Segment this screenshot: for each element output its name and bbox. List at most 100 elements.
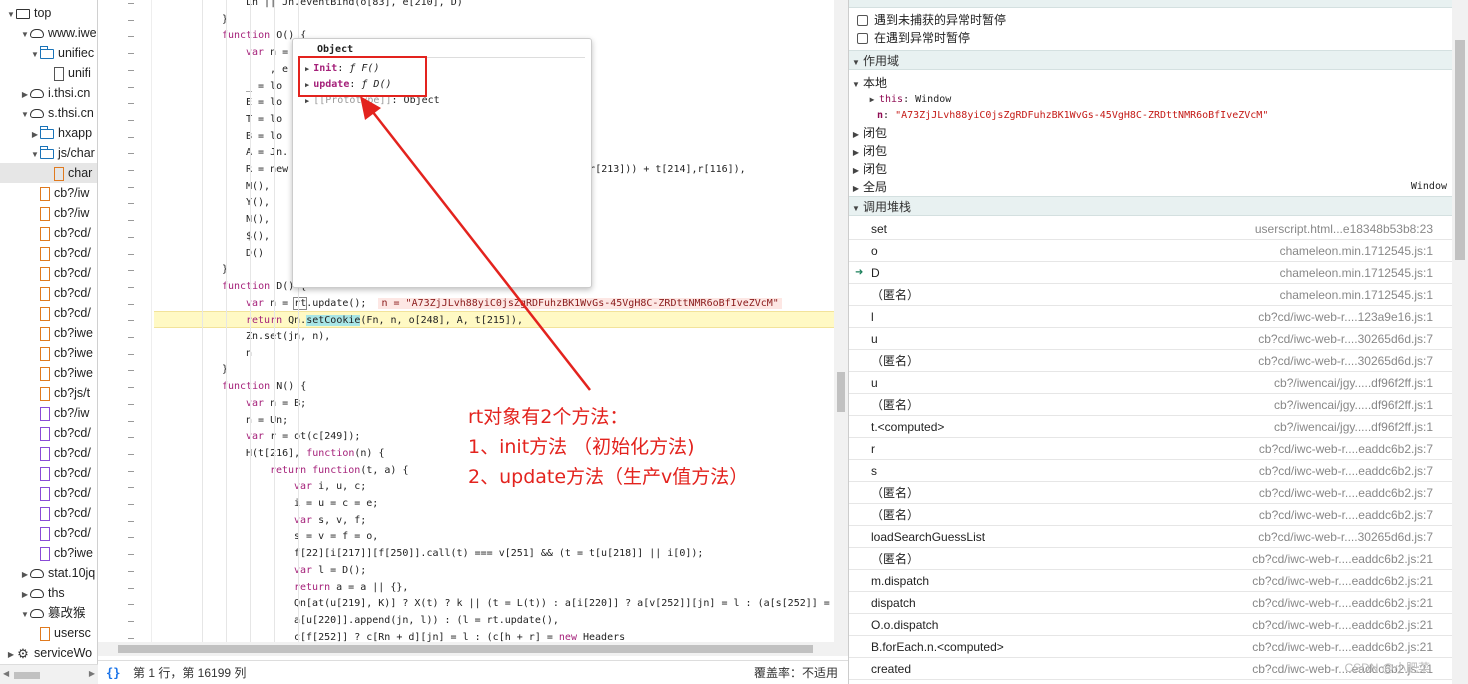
frame-location[interactable]: cb?cd/iwc-web-r....123a9e16.js:1 xyxy=(1258,306,1433,328)
line-marker[interactable] xyxy=(128,103,134,105)
tree-item[interactable]: ▼ top xyxy=(0,3,97,23)
frame-location[interactable]: cb?cd/iwc-web-r....eaddc6b2.js:21 xyxy=(1252,548,1433,570)
call-frame[interactable]: loadSearchGuessList cb?cd/iwc-web-r....30… xyxy=(849,526,1452,548)
line-marker[interactable] xyxy=(128,370,134,372)
code-line[interactable]: } xyxy=(154,361,834,378)
callstack-section-header[interactable]: ▼ 调用堆栈 xyxy=(849,196,1452,216)
tree-item[interactable]: cb?cd/ xyxy=(0,283,97,303)
call-frame[interactable]: ➜ Dchameleon.min.1712545.js:1 xyxy=(849,262,1452,284)
tree-item[interactable]: ▼ s.thsi.cn xyxy=(0,103,97,125)
tree-item[interactable]: ▶ ths xyxy=(0,583,97,605)
tree-item[interactable]: cb?iwe xyxy=(0,543,97,563)
frame-location[interactable]: chameleon.min.1712545.js:1 xyxy=(1280,284,1433,306)
call-frame[interactable]: B.forEach.n.<computed> cb?cd/iwc-web-r...… xyxy=(849,636,1452,658)
frame-location[interactable]: cb?cd/iwc-web-r....30265d6d.js:7 xyxy=(1258,328,1433,350)
tree-item[interactable]: cb?cd/ xyxy=(0,223,97,243)
code-line[interactable]: var s, v, f; xyxy=(154,512,834,529)
call-frame[interactable]: （匿名） chameleon.min.1712545.js:1 xyxy=(849,284,1452,306)
frame-location[interactable]: chameleon.min.1712545.js:1 xyxy=(1280,240,1433,262)
line-marker[interactable] xyxy=(128,387,134,389)
frame-location[interactable]: cb?cd/iwc-web-r....eaddc6b2.js:21 xyxy=(1252,636,1433,658)
line-marker[interactable] xyxy=(128,236,134,238)
frame-location[interactable]: userscript.html...e18348b53b8:23 xyxy=(1255,218,1433,240)
call-frame[interactable]: （匿名） cb?cd/iwc-web-r....eaddc6b2.js:7 xyxy=(849,482,1452,504)
code-line[interactable]: c[f[252]] ? c[Rn + d][jn] = l : (c[h + r… xyxy=(154,629,834,642)
checkbox[interactable] xyxy=(857,15,868,27)
call-frame[interactable]: m.dispatch cb?cd/iwc-web-r....eaddc6b2.js… xyxy=(849,570,1452,592)
chevron-down-icon[interactable]: ▼ xyxy=(30,145,40,165)
code-line[interactable]: return Qn.setCookie(Fn, n, o[248], A, t[… xyxy=(154,311,834,329)
frame-location[interactable]: cb?cd/iwc-web-r....eaddc6b2.js:21 xyxy=(1252,614,1433,636)
call-frame[interactable]: u cb?/iwencai/jgy.....df96f2ff.js:1 xyxy=(849,372,1452,394)
line-marker[interactable] xyxy=(128,353,134,355)
frame-location[interactable]: cb?/iwencai/jgy.....df96f2ff.js:1 xyxy=(1274,372,1433,394)
line-marker[interactable] xyxy=(128,554,134,556)
chevron-down-icon[interactable]: ▼ xyxy=(20,105,30,125)
scope-global[interactable]: ▶ 全局 Window xyxy=(849,178,1452,196)
scope-local[interactable]: ▼ 本地 xyxy=(849,74,1452,92)
call-frame[interactable]: O.o.dispatch cb?cd/iwc-web-r....eaddc6b2.… xyxy=(849,614,1452,636)
tree-item[interactable]: cb?cd/ xyxy=(0,463,97,483)
chevron-right-icon[interactable]: ▶ xyxy=(20,565,30,585)
line-marker[interactable] xyxy=(128,537,134,539)
tree-item[interactable]: cb?/iw xyxy=(0,203,97,223)
frame-location[interactable]: cb?cd/iwc-web-r....eaddc6b2.js:7 xyxy=(1259,460,1433,482)
tree-item[interactable]: ▶ stat.10jq xyxy=(0,563,97,585)
frame-location[interactable]: cb?cd/iwc-web-r....eaddc6b2.js:21 xyxy=(1252,570,1433,592)
scrollbar-thumb[interactable] xyxy=(1455,40,1465,260)
tree-item[interactable]: cb?/iw xyxy=(0,403,97,423)
tree-item[interactable]: ▼ js/char xyxy=(0,143,97,165)
line-marker[interactable] xyxy=(128,437,134,439)
call-frame[interactable]: u cb?cd/iwc-web-r....30265d6d.js:7 xyxy=(849,328,1452,350)
tree-item[interactable]: unifi xyxy=(0,63,97,83)
pause-uncaught-option[interactable]: 遇到未捕获的异常时暂停 xyxy=(849,11,1452,29)
frame-location[interactable]: cb?/iwencai/jgy.....df96f2ff.js:1 xyxy=(1274,394,1433,416)
line-marker[interactable] xyxy=(128,136,134,138)
tree-horizontal-scrollbar[interactable]: ◀ ▶ xyxy=(0,664,98,684)
line-marker[interactable] xyxy=(128,487,134,489)
frame-location[interactable]: cb?cd/iwc-web-r....eaddc6b2.js:21 xyxy=(1252,592,1433,614)
chevron-right-icon[interactable]: ▶ xyxy=(20,85,30,105)
line-marker[interactable] xyxy=(128,620,134,622)
line-marker[interactable] xyxy=(128,3,134,4)
line-marker[interactable] xyxy=(128,69,134,71)
line-marker[interactable] xyxy=(128,420,134,422)
call-frame[interactable]: o chameleon.min.1712545.js:1 xyxy=(849,240,1452,262)
chevron-down-icon[interactable]: ▼ xyxy=(20,25,30,45)
call-frame[interactable]: （匿名） cb?cd/iwc-web-r....eaddc6b2.js:21 xyxy=(849,548,1452,570)
line-marker[interactable] xyxy=(128,337,134,338)
line-marker[interactable] xyxy=(128,119,134,121)
sidebar-vertical-scrollbar[interactable] xyxy=(1452,0,1468,684)
scrollbar-thumb[interactable] xyxy=(837,372,845,412)
code-line[interactable]: i = u = c = e; xyxy=(154,495,834,512)
frame-location[interactable]: cb?cd/iwc-web-r....30265d6d.js:7 xyxy=(1258,526,1433,548)
tree-item[interactable]: cb?iwe xyxy=(0,343,97,363)
chevron-right-icon[interactable]: ▶ xyxy=(20,585,30,605)
tree-item[interactable]: ▼ 篡改猴 xyxy=(0,603,97,625)
tree-item[interactable]: ▶ hxapp xyxy=(0,123,97,143)
code-line[interactable]: Zn.set(jn, n), xyxy=(154,328,834,345)
call-frame[interactable]: （匿名） cb?cd/iwc-web-r....30265d6d.js:7 xyxy=(849,350,1452,372)
tree-item[interactable]: ▶ i.thsi.cn xyxy=(0,83,97,105)
code-line[interactable]: a[u[220]].append(jn, l)) : (l = rt.updat… xyxy=(154,612,834,629)
frame-location[interactable]: cb?cd/iwc-web-r....eaddc6b2.js:7 xyxy=(1259,482,1433,504)
code-line[interactable]: return a = a || {}, xyxy=(154,579,834,596)
line-marker[interactable] xyxy=(128,270,134,272)
call-frame[interactable]: （匿名） cb?/iwencai/jgy.....df96f2ff.js:1 xyxy=(849,394,1452,416)
scope-closure[interactable]: ▶ 闭包 xyxy=(849,142,1452,160)
line-marker[interactable] xyxy=(128,504,134,505)
line-marker[interactable] xyxy=(128,604,134,606)
scope-closure[interactable]: ▶ 闭包 xyxy=(849,160,1452,178)
line-marker[interactable] xyxy=(128,520,134,522)
chevron-right-icon[interactable]: ▶ xyxy=(305,97,309,105)
call-frame[interactable]: l cb?cd/iwc-web-r....123a9e16.js:1 xyxy=(849,306,1452,328)
line-marker[interactable] xyxy=(128,36,134,38)
line-marker[interactable] xyxy=(128,170,134,171)
chevron-right-icon[interactable]: ▶ xyxy=(6,645,16,664)
line-marker[interactable] xyxy=(128,637,134,639)
scope-section-header[interactable]: ▼ 作用域 xyxy=(849,50,1452,70)
line-marker[interactable] xyxy=(128,253,134,255)
line-marker[interactable] xyxy=(128,53,134,55)
chevron-down-icon[interactable]: ▼ xyxy=(20,605,30,625)
tree-item[interactable]: cb?cd/ xyxy=(0,523,97,543)
